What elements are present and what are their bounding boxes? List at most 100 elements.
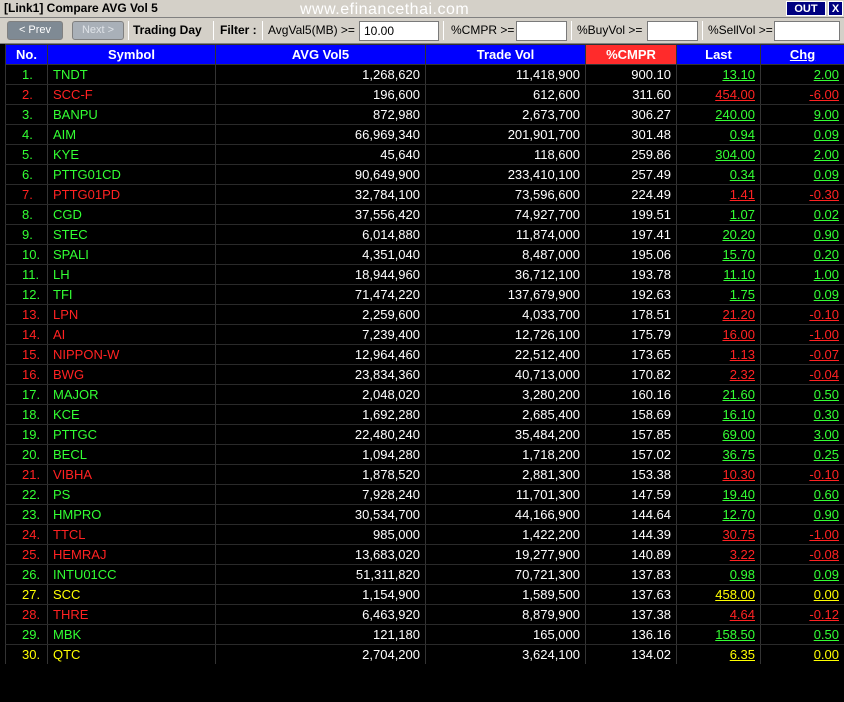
table-row[interactable]: 15. NIPPON-W 12,964,460 22,512,400 173.65 1.1… (5, 344, 844, 365)
row-symbol[interactable]: PS (47, 484, 216, 505)
avgvol-filter-input[interactable]: 10.00 (359, 21, 439, 41)
header-trade-vol[interactable]: Trade Vol (425, 44, 586, 65)
header-symbol[interactable]: Symbol (47, 44, 216, 65)
row-symbol[interactable]: LPN (47, 304, 216, 325)
row-chg[interactable]: -0.10 (760, 304, 844, 325)
table-row[interactable]: 11. LH 18,944,960 36,712,100 193.78 11.10 1.00 (5, 264, 844, 285)
row-last[interactable]: 20.20 (676, 224, 761, 245)
close-button[interactable]: X (828, 1, 843, 16)
row-chg[interactable]: 3.00 (760, 424, 844, 445)
table-row[interactable]: 14. AI 7,239,400 12,726,100 175.79 16.00 -1.00 (5, 324, 844, 345)
row-chg[interactable]: 0.60 (760, 484, 844, 505)
row-last[interactable]: 0.34 (676, 164, 761, 185)
row-chg[interactable]: 0.20 (760, 244, 844, 265)
row-last[interactable]: 458.00 (676, 584, 761, 605)
row-chg[interactable]: 0.90 (760, 504, 844, 525)
table-row[interactable]: 29. MBK 121,180 165,000 136.16 158.50 0.50 (5, 624, 844, 645)
row-last[interactable]: 36.75 (676, 444, 761, 465)
row-symbol[interactable]: BANPU (47, 104, 216, 125)
table-row[interactable]: 6. PTTG01CD 90,649,900 233,410,100 257.49 0.3… (5, 164, 844, 185)
table-row[interactable]: 7. PTTG01PD 32,784,100 73,596,600 224.49 1.41… (5, 184, 844, 205)
row-chg[interactable]: -0.04 (760, 364, 844, 385)
row-symbol[interactable]: INTU01CC (47, 564, 216, 585)
table-row[interactable]: 3. BANPU 872,980 2,673,700 306.27 240.00 9.00 (5, 104, 844, 125)
buyvol-filter-input[interactable] (647, 21, 698, 41)
row-chg[interactable]: 1.00 (760, 264, 844, 285)
cmpr-filter-input[interactable] (516, 21, 567, 41)
row-symbol[interactable]: TNDT (47, 64, 216, 85)
row-symbol[interactable]: TTCL (47, 524, 216, 545)
row-chg[interactable]: 2.00 (760, 64, 844, 85)
table-row[interactable]: 12. TFI 71,474,220 137,679,900 192.63 1.75 0.0… (5, 284, 844, 305)
row-chg[interactable]: 0.90 (760, 224, 844, 245)
row-last[interactable]: 30.75 (676, 524, 761, 545)
row-chg[interactable]: 0.09 (760, 164, 844, 185)
header-cmpr[interactable]: %CMPR (585, 44, 677, 65)
row-symbol[interactable]: SCC (47, 584, 216, 605)
row-last[interactable]: 11.10 (676, 264, 761, 285)
row-symbol[interactable]: TFI (47, 284, 216, 305)
row-chg[interactable]: -1.00 (760, 324, 844, 345)
row-last[interactable]: 19.40 (676, 484, 761, 505)
header-avg-vol5[interactable]: AVG Vol5 (215, 44, 426, 65)
row-symbol[interactable]: MAJOR (47, 384, 216, 405)
row-chg[interactable]: -6.00 (760, 84, 844, 105)
next-button[interactable]: Next > (72, 21, 124, 40)
table-row[interactable]: 16. BWG 23,834,360 40,713,000 170.82 2.32 -0.0… (5, 364, 844, 385)
table-row[interactable]: 25. HEMRAJ 13,683,020 19,277,900 140.89 3.22-… (5, 544, 844, 565)
row-last[interactable]: 158.50 (676, 624, 761, 645)
row-last[interactable]: 1.07 (676, 204, 761, 225)
row-chg[interactable]: 9.00 (760, 104, 844, 125)
table-row[interactable]: 17. MAJOR 2,048,020 3,280,200 160.16 21.60 0.5… (5, 384, 844, 405)
table-row[interactable]: 18. KCE 1,692,280 2,685,400 158.69 16.10 0.30 (5, 404, 844, 425)
row-chg[interactable]: 2.00 (760, 144, 844, 165)
table-row[interactable]: 20. BECL 1,094,280 1,718,200 157.02 36.75 0.25 (5, 444, 844, 465)
row-last[interactable]: 10.30 (676, 464, 761, 485)
table-row[interactable]: 19. PTTGC 22,480,240 35,484,200 157.85 69.00 3… (5, 424, 844, 445)
row-symbol[interactable]: NIPPON-W (47, 344, 216, 365)
row-last[interactable]: 1.41 (676, 184, 761, 205)
table-row[interactable]: 1. TNDT 1,268,620 11,418,900 900.10 13.10 2.00 (5, 64, 844, 85)
table-row[interactable]: 2. SCC-F 196,600 612,600 311.60 454.00 -6.00 (5, 84, 844, 105)
row-last[interactable]: 21.20 (676, 304, 761, 325)
row-chg[interactable]: -0.10 (760, 464, 844, 485)
row-last[interactable]: 240.00 (676, 104, 761, 125)
row-symbol[interactable]: AIM (47, 124, 216, 145)
prev-button[interactable]: < Prev (7, 21, 63, 40)
row-last[interactable]: 13.10 (676, 64, 761, 85)
table-row[interactable]: 27. SCC 1,154,900 1,589,500 137.63 458.00 0.00 (5, 584, 844, 605)
row-last[interactable]: 1.75 (676, 284, 761, 305)
row-chg[interactable]: -0.07 (760, 344, 844, 365)
row-symbol[interactable]: STEC (47, 224, 216, 245)
row-last[interactable]: 69.00 (676, 424, 761, 445)
row-chg[interactable]: -0.30 (760, 184, 844, 205)
table-row[interactable]: 21. VIBHA 1,878,520 2,881,300 153.38 10.30 -0.… (5, 464, 844, 485)
table-row[interactable]: 9. STEC 6,014,880 11,874,000 197.41 20.20 0.90 (5, 224, 844, 245)
row-chg[interactable]: 0.30 (760, 404, 844, 425)
row-chg[interactable]: 0.02 (760, 204, 844, 225)
header-no[interactable]: No. (5, 44, 48, 65)
row-symbol[interactable]: BECL (47, 444, 216, 465)
row-symbol[interactable]: PTTG01PD (47, 184, 216, 205)
row-last[interactable]: 12.70 (676, 504, 761, 525)
row-chg[interactable]: 0.50 (760, 384, 844, 405)
row-last[interactable]: 1.13 (676, 344, 761, 365)
table-row[interactable]: 22. PS 7,928,240 11,701,300 147.59 19.40 0.60 (5, 484, 844, 505)
table-row[interactable]: 4. AIM 66,969,340 201,901,700 301.48 0.94 0.09 (5, 124, 844, 145)
out-button[interactable]: OUT (786, 1, 826, 16)
row-symbol[interactable]: AI (47, 324, 216, 345)
row-symbol[interactable]: KCE (47, 404, 216, 425)
row-symbol[interactable]: QTC (47, 644, 216, 665)
table-row[interactable]: 30. QTC 2,704,200 3,624,100 134.02 6.35 0.00 (5, 644, 844, 665)
row-last[interactable]: 15.70 (676, 244, 761, 265)
row-last[interactable]: 16.10 (676, 404, 761, 425)
row-chg[interactable]: -0.08 (760, 544, 844, 565)
row-last[interactable]: 454.00 (676, 84, 761, 105)
row-chg[interactable]: -0.12 (760, 604, 844, 625)
header-chg[interactable]: Chg (760, 44, 844, 65)
row-last[interactable]: 0.94 (676, 124, 761, 145)
row-symbol[interactable]: HEMRAJ (47, 544, 216, 565)
row-chg[interactable]: 0.09 (760, 124, 844, 145)
row-symbol[interactable]: HMPRO (47, 504, 216, 525)
table-row[interactable]: 8. CGD 37,556,420 74,927,700 199.51 1.07 0.02 (5, 204, 844, 225)
